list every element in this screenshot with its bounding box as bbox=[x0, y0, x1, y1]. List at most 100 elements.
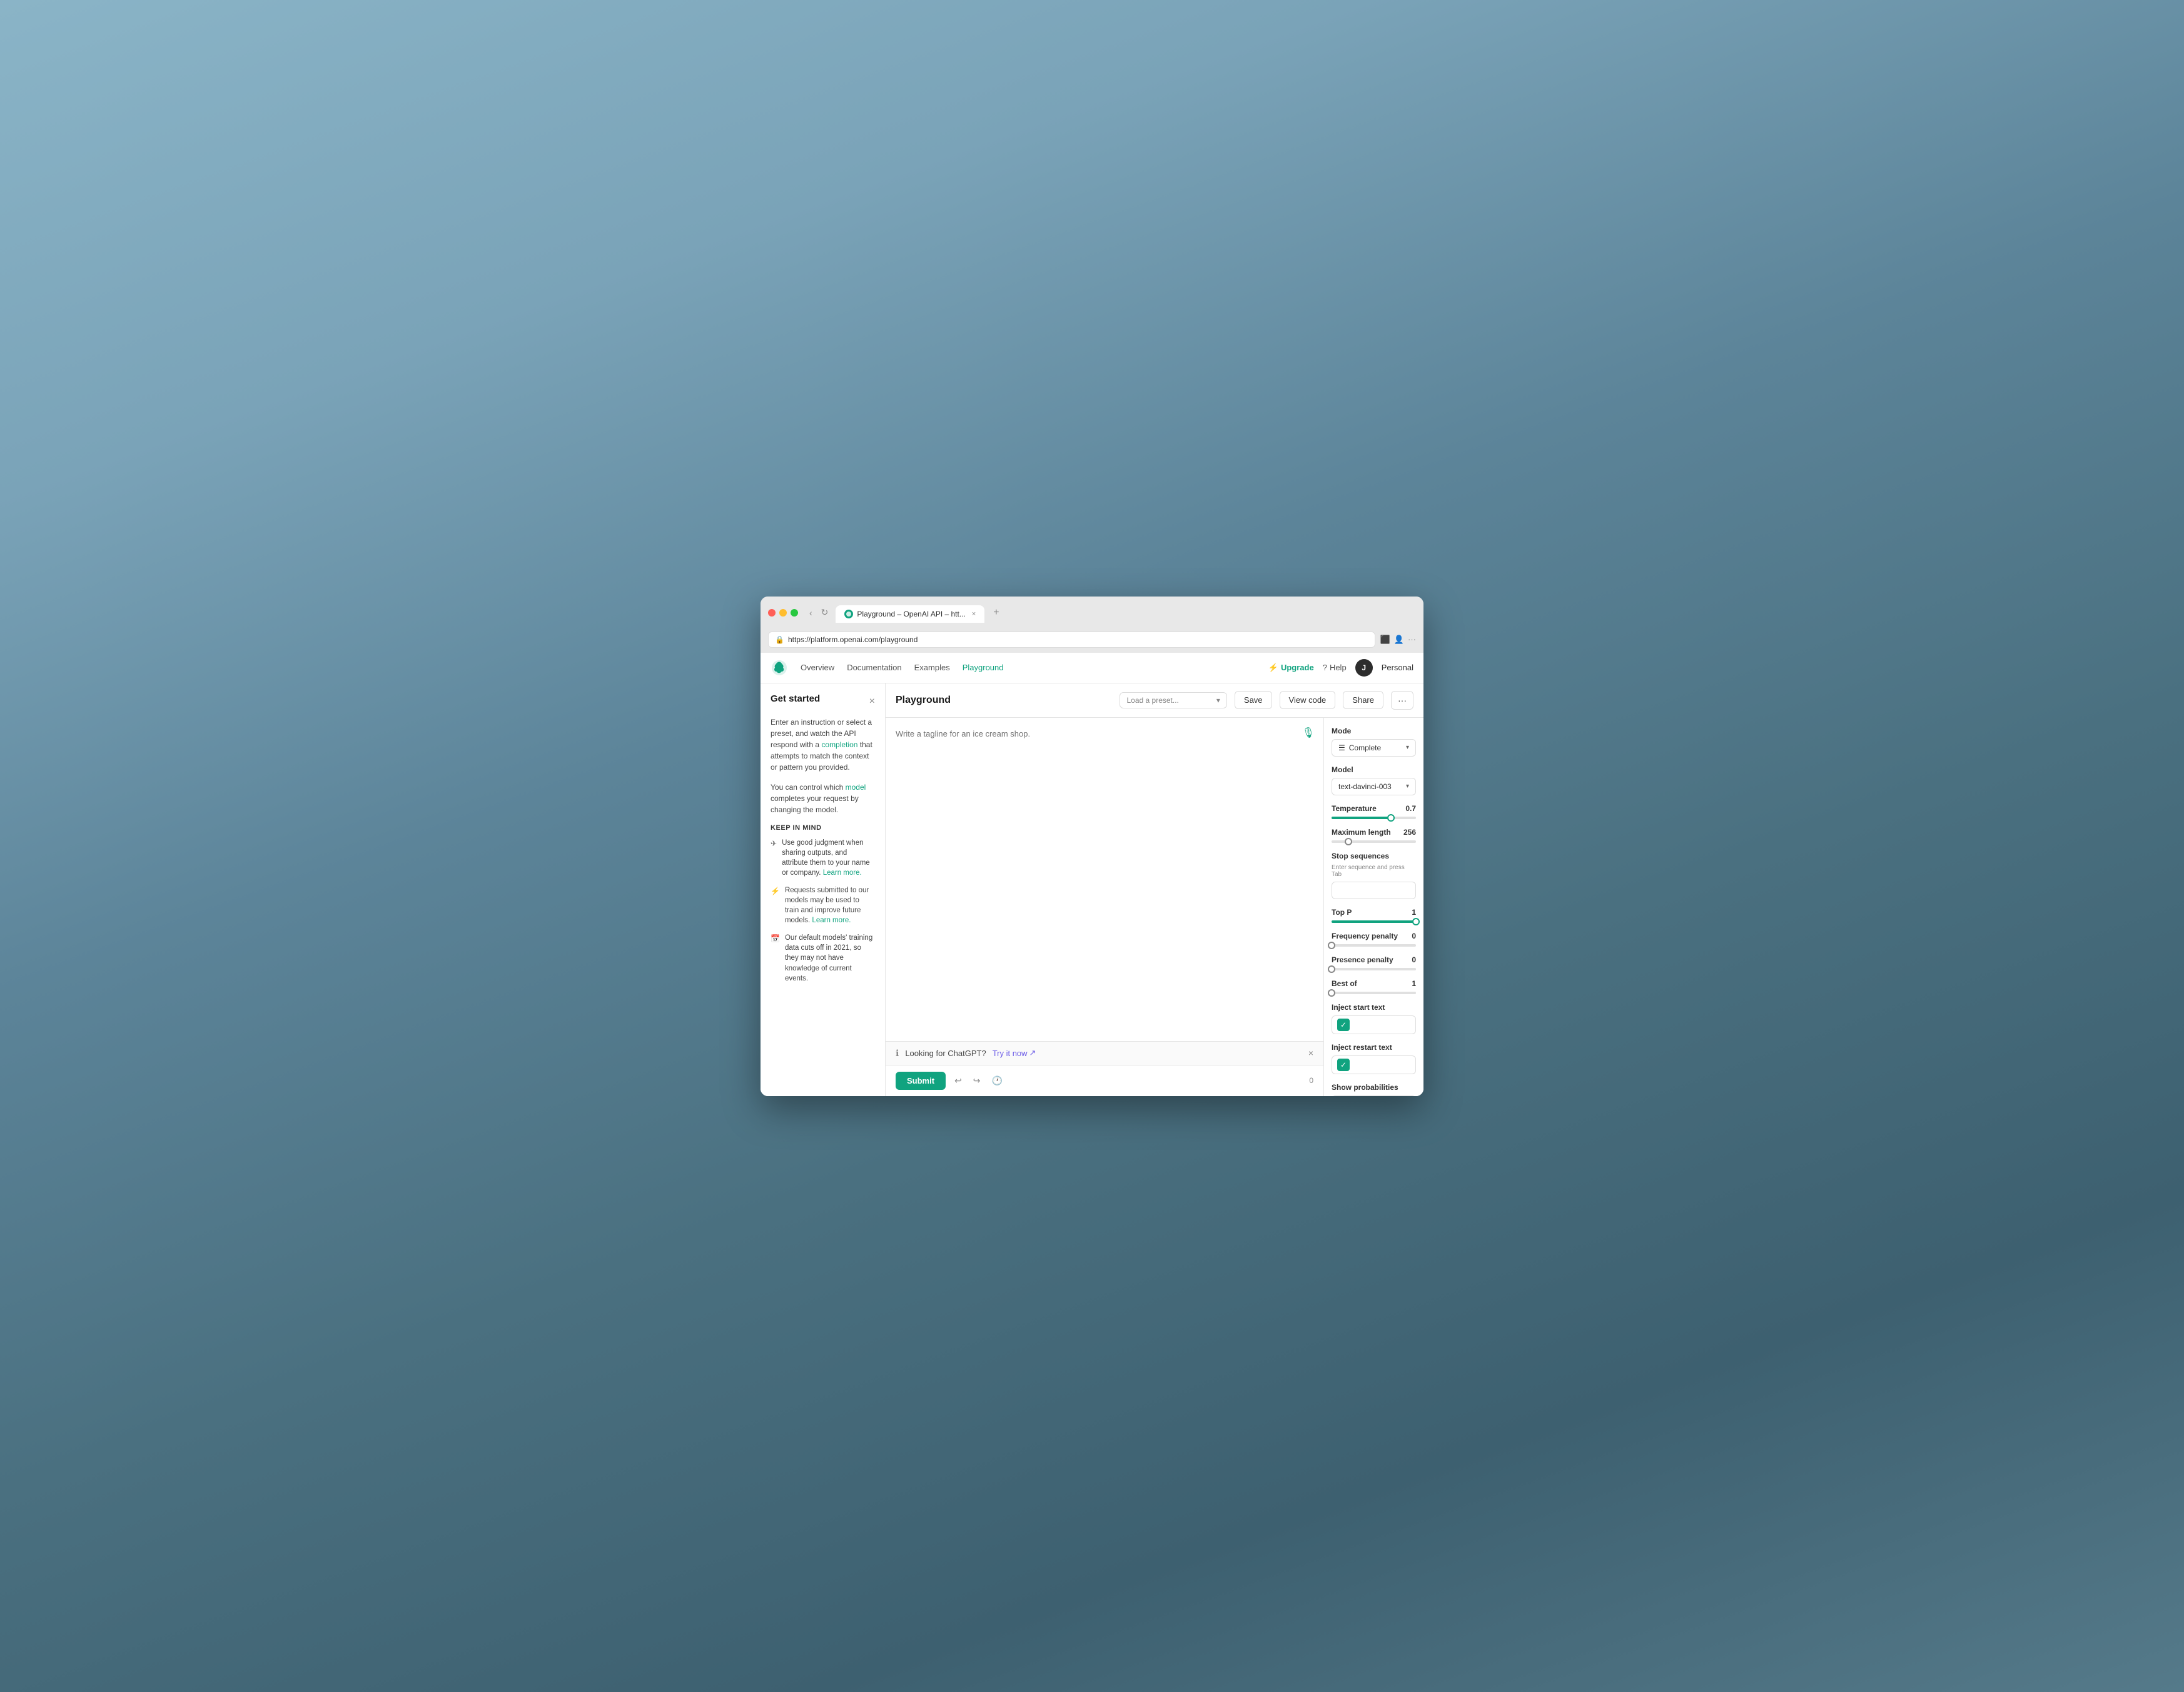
submit-bar: Submit ↩ ↪ 🕐 0 bbox=[886, 1065, 1323, 1096]
undo-icon[interactable]: ↩ bbox=[952, 1073, 964, 1089]
show-probabilities-select[interactable]: Off ▾ bbox=[1332, 1095, 1416, 1096]
playground-header: Playground Load a preset... ▾ Save View … bbox=[886, 683, 1423, 718]
calendar-icon: 📅 bbox=[771, 934, 780, 983]
presence-penalty-slider[interactable] bbox=[1332, 968, 1416, 970]
model-value: text-davinci-003 bbox=[1338, 782, 1392, 791]
sidebar-intro: Enter an instruction or select a preset,… bbox=[771, 717, 875, 773]
best-of-label: Best of 1 bbox=[1332, 979, 1416, 988]
upgrade-label: Upgrade bbox=[1281, 663, 1314, 672]
view-code-button[interactable]: View code bbox=[1280, 691, 1336, 709]
nav-documentation[interactable]: Documentation bbox=[847, 663, 901, 672]
inject-start-group: Inject start text ✓ bbox=[1332, 1003, 1416, 1034]
complete-icon: ☰ bbox=[1338, 743, 1345, 752]
chatgpt-banner-text: Looking for ChatGPT? bbox=[905, 1049, 986, 1058]
playground-area: Playground Load a preset... ▾ Save View … bbox=[886, 683, 1423, 1096]
save-button[interactable]: Save bbox=[1235, 691, 1272, 709]
help-icon: ? bbox=[1323, 663, 1327, 672]
sidebar-item-training: ⚡ Requests submitted to our models may b… bbox=[771, 885, 875, 925]
nav-examples[interactable]: Examples bbox=[914, 663, 950, 672]
mode-label: Mode bbox=[1332, 727, 1416, 735]
stop-sequences-input[interactable] bbox=[1332, 882, 1416, 899]
best-of-slider[interactable] bbox=[1332, 992, 1416, 994]
learn-more-link-1[interactable]: Learn more. bbox=[823, 869, 862, 877]
top-p-slider[interactable] bbox=[1332, 920, 1416, 923]
max-length-slider[interactable] bbox=[1332, 840, 1416, 843]
traffic-lights bbox=[768, 609, 798, 617]
frequency-penalty-group: Frequency penalty 0 bbox=[1332, 932, 1416, 947]
active-tab[interactable]: Playground – OpenAI API – htt... × bbox=[836, 605, 984, 623]
top-p-group: Top P 1 bbox=[1332, 908, 1416, 923]
tab-title: Playground – OpenAI API – htt... bbox=[857, 610, 965, 618]
show-probabilities-label: Show probabilities bbox=[1332, 1083, 1416, 1092]
help-button[interactable]: ? Help bbox=[1323, 663, 1347, 672]
frequency-penalty-label: Frequency penalty 0 bbox=[1332, 932, 1416, 940]
mode-select[interactable]: ☰ Complete ▾ bbox=[1332, 739, 1416, 757]
model-link[interactable]: model bbox=[846, 783, 866, 792]
redo-icon[interactable]: ↪ bbox=[971, 1073, 983, 1089]
sidebar-item-training-data: 📅 Our default models' training data cuts… bbox=[771, 933, 875, 983]
submit-button[interactable]: Submit bbox=[896, 1072, 946, 1090]
temperature-group: Temperature 0.7 bbox=[1332, 804, 1416, 819]
max-length-label: Maximum length 256 bbox=[1332, 828, 1416, 837]
send-icon: ✈ bbox=[771, 838, 777, 878]
preset-select[interactable]: Load a preset... ▾ bbox=[1120, 692, 1226, 708]
stop-sequences-hint: Enter sequence and press Tab bbox=[1332, 864, 1416, 878]
frequency-penalty-slider[interactable] bbox=[1332, 944, 1416, 947]
lightning-icon: ⚡ bbox=[771, 886, 780, 925]
show-probabilities-group: Show probabilities Off ▾ bbox=[1332, 1083, 1416, 1096]
inject-restart-group: Inject restart text ✓ bbox=[1332, 1043, 1416, 1074]
sidebar-title: Get started bbox=[771, 693, 820, 704]
history-icon[interactable]: 🕐 bbox=[989, 1073, 1005, 1089]
presence-penalty-group: Presence penalty 0 bbox=[1332, 955, 1416, 970]
refresh-icon[interactable]: ↻ bbox=[819, 606, 831, 619]
model-chevron-icon: ▾ bbox=[1406, 783, 1409, 790]
preset-chevron-icon: ▾ bbox=[1216, 696, 1220, 705]
personal-label: Personal bbox=[1382, 663, 1413, 672]
sidebar-close-icon[interactable]: × bbox=[869, 696, 875, 707]
mode-chevron-icon: ▾ bbox=[1406, 744, 1409, 751]
more-options-icon[interactable]: ··· bbox=[1408, 635, 1416, 644]
best-of-group: Best of 1 bbox=[1332, 979, 1416, 994]
stop-sequences-group: Stop sequences Enter sequence and press … bbox=[1332, 852, 1416, 899]
chatgpt-link[interactable]: Try it now ↗ bbox=[993, 1048, 1036, 1058]
browser-nav-icons: ‹ ↻ bbox=[807, 606, 831, 619]
inject-restart-checkbox[interactable]: ✓ bbox=[1337, 1059, 1350, 1071]
temperature-label: Temperature 0.7 bbox=[1332, 804, 1416, 813]
frequency-penalty-value: 0 bbox=[1412, 932, 1416, 940]
profile-icon[interactable]: 👤 bbox=[1394, 635, 1404, 645]
fullscreen-button[interactable] bbox=[791, 609, 798, 617]
nav-playground[interactable]: Playground bbox=[963, 663, 1004, 672]
back-icon[interactable]: ‹ bbox=[807, 607, 815, 619]
main-textarea[interactable] bbox=[886, 718, 1323, 1041]
nav-right: ⚡ Upgrade ? Help J Personal bbox=[1268, 659, 1413, 677]
nav-overview[interactable]: Overview bbox=[801, 663, 834, 672]
minimize-button[interactable] bbox=[779, 609, 787, 617]
learn-more-link-2[interactable]: Learn more. bbox=[812, 917, 851, 924]
tab-close-icon[interactable]: × bbox=[972, 610, 976, 618]
external-link-icon: ↗ bbox=[1029, 1048, 1036, 1058]
preset-placeholder: Load a preset... bbox=[1126, 696, 1178, 705]
completion-link[interactable]: completion bbox=[821, 740, 857, 749]
address-bar[interactable]: 🔒 https://platform.openai.com/playground bbox=[768, 632, 1375, 648]
share-button[interactable]: Share bbox=[1343, 691, 1383, 709]
inject-start-checkbox[interactable]: ✓ bbox=[1337, 1019, 1350, 1031]
model-select[interactable]: text-davinci-003 ▾ bbox=[1332, 778, 1416, 795]
presence-penalty-value: 0 bbox=[1412, 955, 1416, 964]
help-label: Help bbox=[1330, 663, 1347, 672]
keep-in-mind-label: KEEP IN MIND bbox=[771, 824, 875, 832]
temperature-slider[interactable] bbox=[1332, 817, 1416, 819]
sidebar-item-judgment: ✈ Use good judgment when sharing outputs… bbox=[771, 838, 875, 878]
banner-close-icon[interactable]: × bbox=[1308, 1048, 1313, 1058]
stop-sequences-label: Stop sequences bbox=[1332, 852, 1416, 860]
more-options-button[interactable]: ··· bbox=[1391, 691, 1413, 710]
extensions-icon[interactable]: ⬛ bbox=[1380, 635, 1390, 645]
upgrade-button[interactable]: ⚡ Upgrade bbox=[1268, 663, 1314, 673]
inject-start-input[interactable]: ✓ bbox=[1332, 1015, 1416, 1034]
microphone-icon[interactable]: 🎙 bbox=[1302, 727, 1315, 739]
close-button[interactable] bbox=[768, 609, 776, 617]
temperature-value: 0.7 bbox=[1405, 804, 1416, 813]
inject-restart-input[interactable]: ✓ bbox=[1332, 1055, 1416, 1074]
text-area-container: 🎙 ℹ Looking for ChatGPT? Try it now ↗ × bbox=[886, 718, 1323, 1096]
model-label: Model bbox=[1332, 765, 1416, 774]
new-tab-button[interactable]: + bbox=[987, 603, 1005, 623]
